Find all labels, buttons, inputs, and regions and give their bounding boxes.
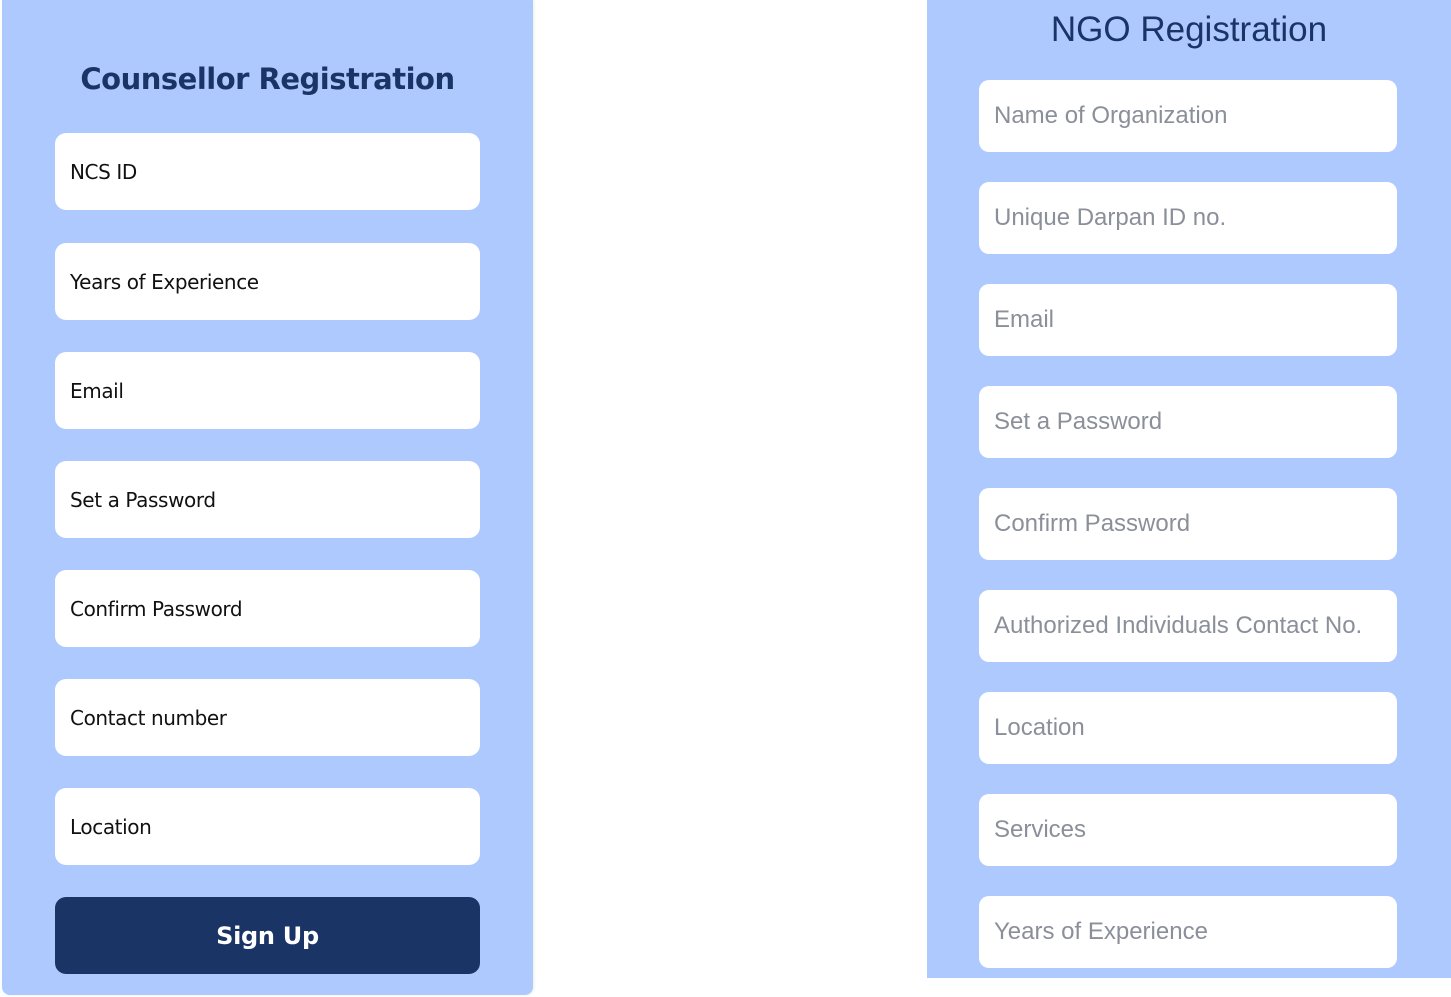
darpan-id-field[interactable]: Unique Darpan ID no.	[979, 182, 1397, 254]
contact-number-field[interactable]: Contact number	[55, 679, 480, 756]
counsellor-registration-title: Counsellor Registration	[80, 62, 455, 96]
location-field[interactable]: Location	[55, 788, 480, 865]
services-field[interactable]: Services	[979, 794, 1397, 866]
counsellor-registration-panel: Counsellor Registration NCS ID Years of …	[2, 0, 533, 995]
ngo-email-field[interactable]: Email	[979, 284, 1397, 356]
ngo-years-of-experience-field[interactable]: Years of Experience	[979, 896, 1397, 968]
organization-name-field[interactable]: Name of Organization	[979, 80, 1397, 152]
ngo-set-password-field[interactable]: Set a Password	[979, 386, 1397, 458]
confirm-password-field[interactable]: Confirm Password	[55, 570, 480, 647]
ngo-location-field[interactable]: Location	[979, 692, 1397, 764]
authorized-contact-field[interactable]: Authorized Individuals Contact No.	[979, 590, 1397, 662]
email-field[interactable]: Email	[55, 352, 480, 429]
ngo-registration-panel: NGO Registration Name of Organization Un…	[927, 0, 1451, 978]
set-password-field[interactable]: Set a Password	[55, 461, 480, 538]
sign-up-button[interactable]: Sign Up	[55, 897, 480, 974]
years-of-experience-field[interactable]: Years of Experience	[55, 243, 480, 320]
ngo-confirm-password-field[interactable]: Confirm Password	[979, 488, 1397, 560]
ngo-registration-title: NGO Registration	[1050, 10, 1328, 49]
ncs-id-field[interactable]: NCS ID	[55, 133, 480, 210]
